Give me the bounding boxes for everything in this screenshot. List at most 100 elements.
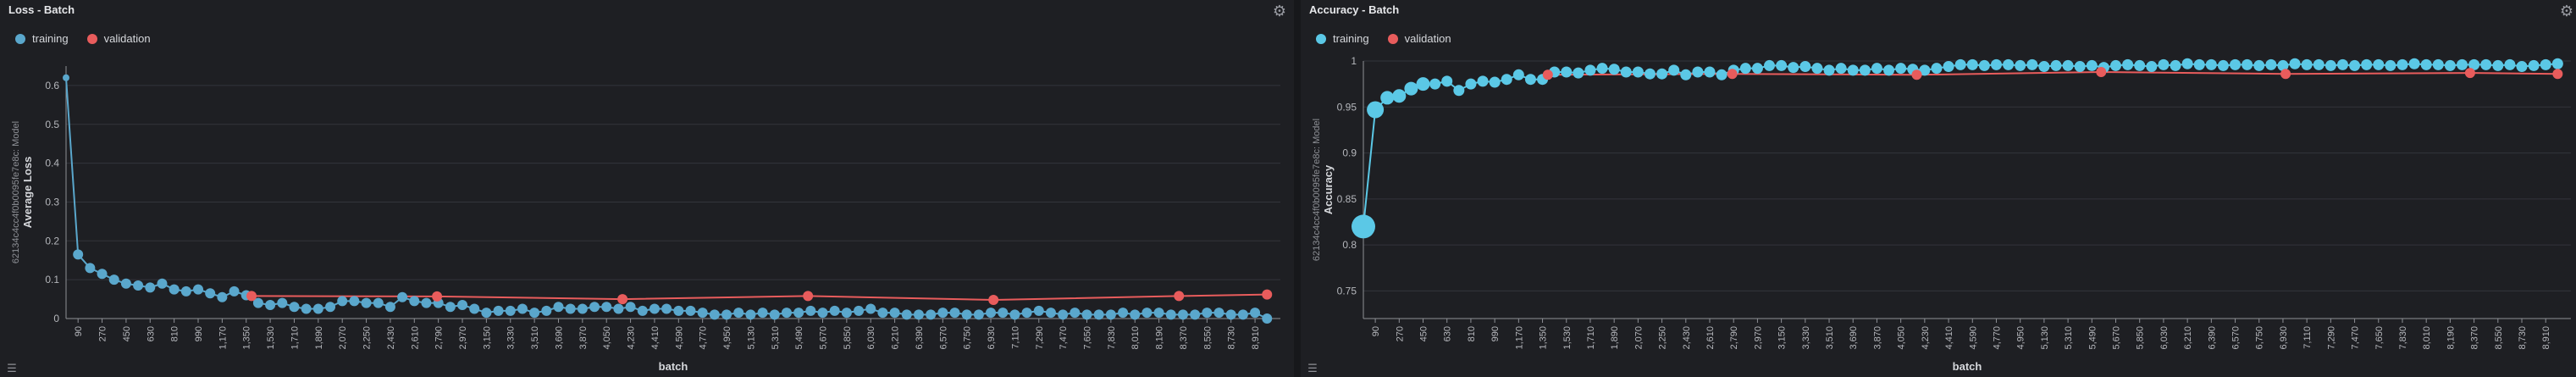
x-tick-label: 630 (1443, 326, 1453, 341)
menu-icon[interactable]: ☰ (1306, 362, 1319, 375)
training-point (937, 308, 948, 319)
training-point (2540, 58, 2551, 70)
x-tick-label: 4,950 (722, 326, 732, 350)
menu-icon[interactable]: ☰ (5, 362, 19, 375)
x-tick-label: 6,930 (987, 326, 997, 350)
validation-point (2552, 69, 2563, 80)
x-tick-label: 4,950 (2016, 326, 2026, 350)
training-point (1118, 308, 1129, 319)
training-point (469, 303, 480, 314)
training-point (2170, 59, 2181, 71)
training-point (2324, 59, 2336, 71)
training-point (1177, 309, 1188, 320)
x-tick-label: 810 (170, 326, 180, 341)
x-tick-label: 1,710 (290, 326, 300, 350)
x-tick-label: 4,050 (1897, 326, 1907, 350)
training-point (1966, 58, 1978, 70)
training-point (1776, 59, 1788, 71)
training-point (553, 302, 564, 313)
x-tick-label: 4,050 (602, 326, 612, 350)
training-point (1045, 308, 1056, 319)
y-tick-label: 0.3 (45, 196, 59, 208)
x-tick-label: 3,150 (482, 326, 492, 350)
training-point (601, 302, 612, 313)
training-point (841, 308, 852, 319)
x-tick-label: 8,010 (2422, 326, 2432, 350)
x-tick-label: 3,330 (506, 326, 517, 350)
x-tick-label: 1,530 (1562, 326, 1573, 350)
training-point (1352, 214, 1375, 239)
training-point (745, 309, 756, 320)
training-point (769, 309, 780, 320)
x-tick-label: 4,770 (1992, 326, 2002, 350)
x-tick-label: 2,070 (338, 326, 348, 350)
x-tick-label: 6,210 (2183, 326, 2193, 350)
training-point (1190, 309, 1201, 320)
training-point (1404, 81, 1418, 96)
training-point (1608, 64, 1620, 75)
training-point (481, 308, 492, 319)
training-point (421, 297, 432, 308)
x-axis-label: batch (1953, 360, 1982, 373)
training-point (541, 305, 552, 316)
x-tick-label: 7,650 (1083, 326, 1093, 350)
x-tick-label: 4,590 (1968, 326, 1978, 350)
training-point (2516, 61, 2528, 73)
training-point (1584, 64, 1596, 76)
training-point (445, 302, 456, 313)
training-point (901, 309, 912, 320)
x-tick-label: 3,870 (578, 326, 589, 350)
series-line-training (65, 77, 1268, 319)
x-tick-label: 1,350 (242, 326, 252, 350)
training-point (2230, 58, 2242, 70)
x-tick-label: 3,150 (1777, 326, 1788, 350)
x-tick-label: 4,590 (674, 326, 684, 350)
run-label: 62134c4cc4f0b0095fe7e8c: Model (1312, 119, 1322, 261)
training-point (2551, 58, 2563, 69)
y-tick-label: 1 (1351, 55, 1357, 67)
training-point (120, 278, 131, 289)
training-point (949, 308, 960, 319)
x-tick-label: 2,970 (1753, 326, 1763, 350)
training-point (1871, 63, 1882, 75)
training-point (337, 296, 348, 307)
training-point (1644, 68, 1656, 80)
y-tick-label: 0.1 (45, 274, 59, 286)
x-tick-label: 450 (1419, 326, 1429, 341)
training-point (1202, 308, 1213, 319)
training-point (2003, 58, 2015, 70)
x-tick-label: 8,550 (1202, 326, 1213, 350)
training-point (1764, 59, 1776, 71)
training-point (145, 282, 156, 293)
training-point (1524, 74, 1536, 86)
x-tick-label: 3,330 (1801, 326, 1811, 350)
training-point (108, 274, 119, 286)
training-point (1847, 64, 1859, 76)
x-tick-label: 3,870 (1872, 326, 1882, 350)
x-tick-label: 1,530 (266, 326, 276, 350)
x-tick-label: 3,510 (530, 326, 540, 350)
y-axis-label: Accuracy (1322, 164, 1335, 214)
x-axis-label: batch (659, 360, 688, 373)
run-label: 62134c4cc4f0b0095fe7e8c: Model (11, 121, 21, 263)
x-tick-label: 7,110 (2302, 326, 2313, 349)
validation-point (803, 291, 814, 302)
training-point (1262, 313, 1273, 324)
training-point (673, 305, 684, 316)
training-point (781, 308, 792, 319)
training-point (986, 308, 997, 319)
x-tick-label: 5,670 (818, 326, 828, 350)
training-point (2420, 58, 2432, 70)
validation-point (988, 294, 999, 305)
training-point (1632, 66, 1644, 78)
training-point (889, 308, 900, 319)
x-tick-label: 5,850 (2136, 326, 2146, 350)
training-point (1477, 75, 1489, 87)
validation-point (1174, 291, 1185, 302)
x-tick-label: 7,470 (1059, 326, 1069, 350)
x-tick-label: 630 (146, 326, 156, 341)
x-tick-label: 4,770 (699, 326, 709, 350)
x-tick-label: 990 (194, 326, 204, 341)
x-tick-label: 7,470 (2351, 326, 2361, 350)
x-tick-label: 8,730 (2518, 326, 2528, 350)
